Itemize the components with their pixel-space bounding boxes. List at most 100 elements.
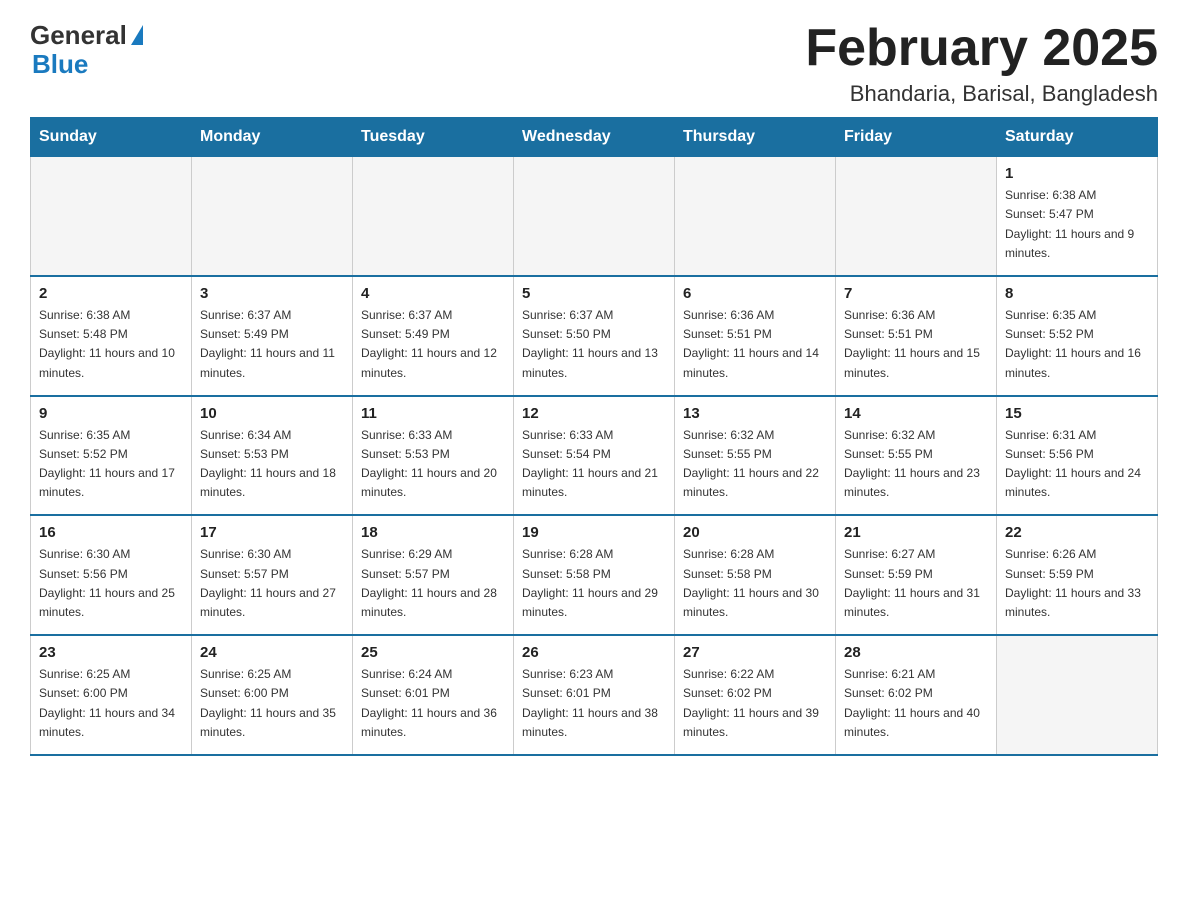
day-number: 3	[200, 285, 344, 302]
day-number: 10	[200, 405, 344, 422]
calendar-cell: 21 Sunrise: 6:27 AMSunset: 5:59 PMDayligh…	[836, 515, 997, 635]
calendar-cell	[192, 157, 353, 276]
day-number: 6	[683, 285, 827, 302]
day-number: 1	[1005, 165, 1149, 182]
day-info: Sunrise: 6:35 AMSunset: 5:52 PMDaylight:…	[1005, 306, 1149, 383]
day-info: Sunrise: 6:38 AMSunset: 5:47 PMDaylight:…	[1005, 186, 1149, 263]
calendar-cell: 17 Sunrise: 6:30 AMSunset: 5:57 PMDayligh…	[192, 515, 353, 635]
day-number: 17	[200, 524, 344, 541]
calendar-cell	[31, 157, 192, 276]
day-number: 22	[1005, 524, 1149, 541]
day-info: Sunrise: 6:25 AMSunset: 6:00 PMDaylight:…	[39, 665, 183, 742]
day-number: 27	[683, 644, 827, 661]
day-info: Sunrise: 6:36 AMSunset: 5:51 PMDaylight:…	[844, 306, 988, 383]
calendar-cell: 5 Sunrise: 6:37 AMSunset: 5:50 PMDaylight…	[514, 276, 675, 396]
calendar-table: SundayMondayTuesdayWednesdayThursdayFrid…	[30, 117, 1158, 756]
day-info: Sunrise: 6:33 AMSunset: 5:54 PMDaylight:…	[522, 426, 666, 503]
calendar-cell: 23Sunrise: 6:25 AMSunset: 6:00 PMDayligh…	[31, 635, 192, 755]
day-number: 18	[361, 524, 505, 541]
day-header-saturday: Saturday	[997, 118, 1158, 157]
day-info: Sunrise: 6:31 AMSunset: 5:56 PMDaylight:…	[1005, 426, 1149, 503]
day-info: Sunrise: 6:30 AMSunset: 5:56 PMDaylight:…	[39, 545, 183, 622]
calendar-cell: 19 Sunrise: 6:28 AMSunset: 5:58 PMDayligh…	[514, 515, 675, 635]
day-info: Sunrise: 6:38 AMSunset: 5:48 PMDaylight:…	[39, 306, 183, 383]
calendar-week-1: 1 Sunrise: 6:38 AMSunset: 5:47 PMDaylight…	[31, 157, 1158, 276]
day-number: 4	[361, 285, 505, 302]
calendar-cell: 6 Sunrise: 6:36 AMSunset: 5:51 PMDaylight…	[675, 276, 836, 396]
day-number: 11	[361, 405, 505, 422]
day-info: Sunrise: 6:35 AMSunset: 5:52 PMDaylight:…	[39, 426, 183, 503]
day-number: 24	[200, 644, 344, 661]
calendar-cell: 14Sunrise: 6:32 AMSunset: 5:55 PMDayligh…	[836, 396, 997, 516]
day-info: Sunrise: 6:29 AMSunset: 5:57 PMDaylight:…	[361, 545, 505, 622]
location-title: Bhandaria, Barisal, Bangladesh	[805, 81, 1158, 107]
day-number: 28	[844, 644, 988, 661]
day-number: 20	[683, 524, 827, 541]
calendar-week-4: 16Sunrise: 6:30 AMSunset: 5:56 PMDayligh…	[31, 515, 1158, 635]
calendar-cell: 11 Sunrise: 6:33 AMSunset: 5:53 PMDayligh…	[353, 396, 514, 516]
day-header-friday: Friday	[836, 118, 997, 157]
calendar-cell	[997, 635, 1158, 755]
day-info: Sunrise: 6:21 AMSunset: 6:02 PMDaylight:…	[844, 665, 988, 742]
calendar-cell: 25Sunrise: 6:24 AMSunset: 6:01 PMDayligh…	[353, 635, 514, 755]
calendar-cell: 13 Sunrise: 6:32 AMSunset: 5:55 PMDayligh…	[675, 396, 836, 516]
day-info: Sunrise: 6:37 AMSunset: 5:49 PMDaylight:…	[200, 306, 344, 383]
calendar-cell: 20 Sunrise: 6:28 AMSunset: 5:58 PMDayligh…	[675, 515, 836, 635]
day-number: 8	[1005, 285, 1149, 302]
calendar-cell: 1 Sunrise: 6:38 AMSunset: 5:47 PMDaylight…	[997, 157, 1158, 276]
day-header-tuesday: Tuesday	[353, 118, 514, 157]
day-number: 26	[522, 644, 666, 661]
day-info: Sunrise: 6:33 AMSunset: 5:53 PMDaylight:…	[361, 426, 505, 503]
logo-triangle-icon	[131, 25, 143, 45]
header: General Blue February 2025 Bhandaria, Ba…	[30, 20, 1158, 107]
day-number: 5	[522, 285, 666, 302]
calendar-cell: 18 Sunrise: 6:29 AMSunset: 5:57 PMDayligh…	[353, 515, 514, 635]
calendar-cell: 10 Sunrise: 6:34 AMSunset: 5:53 PMDayligh…	[192, 396, 353, 516]
day-number: 15	[1005, 405, 1149, 422]
day-header-wednesday: Wednesday	[514, 118, 675, 157]
calendar-header-row: SundayMondayTuesdayWednesdayThursdayFrid…	[31, 118, 1158, 157]
day-header-thursday: Thursday	[675, 118, 836, 157]
calendar-cell: 8 Sunrise: 6:35 AMSunset: 5:52 PMDaylight…	[997, 276, 1158, 396]
calendar-cell: 22 Sunrise: 6:26 AMSunset: 5:59 PMDayligh…	[997, 515, 1158, 635]
day-number: 12	[522, 405, 666, 422]
calendar-cell: 4 Sunrise: 6:37 AMSunset: 5:49 PMDaylight…	[353, 276, 514, 396]
day-info: Sunrise: 6:27 AMSunset: 5:59 PMDaylight:…	[844, 545, 988, 622]
calendar-cell	[675, 157, 836, 276]
calendar-cell: 16Sunrise: 6:30 AMSunset: 5:56 PMDayligh…	[31, 515, 192, 635]
day-info: Sunrise: 6:34 AMSunset: 5:53 PMDaylight:…	[200, 426, 344, 503]
day-info: Sunrise: 6:37 AMSunset: 5:50 PMDaylight:…	[522, 306, 666, 383]
day-number: 7	[844, 285, 988, 302]
calendar-week-2: 2 Sunrise: 6:38 AMSunset: 5:48 PMDaylight…	[31, 276, 1158, 396]
calendar-cell	[353, 157, 514, 276]
day-number: 13	[683, 405, 827, 422]
day-info: Sunrise: 6:36 AMSunset: 5:51 PMDaylight:…	[683, 306, 827, 383]
calendar-week-5: 23Sunrise: 6:25 AMSunset: 6:00 PMDayligh…	[31, 635, 1158, 755]
day-header-monday: Monday	[192, 118, 353, 157]
title-area: February 2025 Bhandaria, Barisal, Bangla…	[805, 20, 1158, 107]
day-info: Sunrise: 6:26 AMSunset: 5:59 PMDaylight:…	[1005, 545, 1149, 622]
day-info: Sunrise: 6:28 AMSunset: 5:58 PMDaylight:…	[522, 545, 666, 622]
calendar-cell: 12 Sunrise: 6:33 AMSunset: 5:54 PMDayligh…	[514, 396, 675, 516]
day-info: Sunrise: 6:37 AMSunset: 5:49 PMDaylight:…	[361, 306, 505, 383]
day-number: 19	[522, 524, 666, 541]
day-info: Sunrise: 6:32 AMSunset: 5:55 PMDaylight:…	[844, 426, 988, 503]
calendar-cell: 28 Sunrise: 6:21 AMSunset: 6:02 PMDayligh…	[836, 635, 997, 755]
calendar-cell: 15 Sunrise: 6:31 AMSunset: 5:56 PMDayligh…	[997, 396, 1158, 516]
day-number: 2	[39, 285, 183, 302]
calendar-cell: 7 Sunrise: 6:36 AMSunset: 5:51 PMDaylight…	[836, 276, 997, 396]
day-info: Sunrise: 6:22 AMSunset: 6:02 PMDaylight:…	[683, 665, 827, 742]
day-info: Sunrise: 6:30 AMSunset: 5:57 PMDaylight:…	[200, 545, 344, 622]
day-info: Sunrise: 6:32 AMSunset: 5:55 PMDaylight:…	[683, 426, 827, 503]
day-info: Sunrise: 6:24 AMSunset: 6:01 PMDaylight:…	[361, 665, 505, 742]
calendar-cell: 3 Sunrise: 6:37 AMSunset: 5:49 PMDaylight…	[192, 276, 353, 396]
day-info: Sunrise: 6:28 AMSunset: 5:58 PMDaylight:…	[683, 545, 827, 622]
logo-blue-text: Blue	[30, 49, 88, 80]
day-number: 9	[39, 405, 183, 422]
calendar-cell	[836, 157, 997, 276]
logo-general-text: General	[30, 20, 127, 51]
calendar-cell: 27 Sunrise: 6:22 AMSunset: 6:02 PMDayligh…	[675, 635, 836, 755]
day-info: Sunrise: 6:23 AMSunset: 6:01 PMDaylight:…	[522, 665, 666, 742]
calendar-cell: 26 Sunrise: 6:23 AMSunset: 6:01 PMDayligh…	[514, 635, 675, 755]
day-number: 21	[844, 524, 988, 541]
